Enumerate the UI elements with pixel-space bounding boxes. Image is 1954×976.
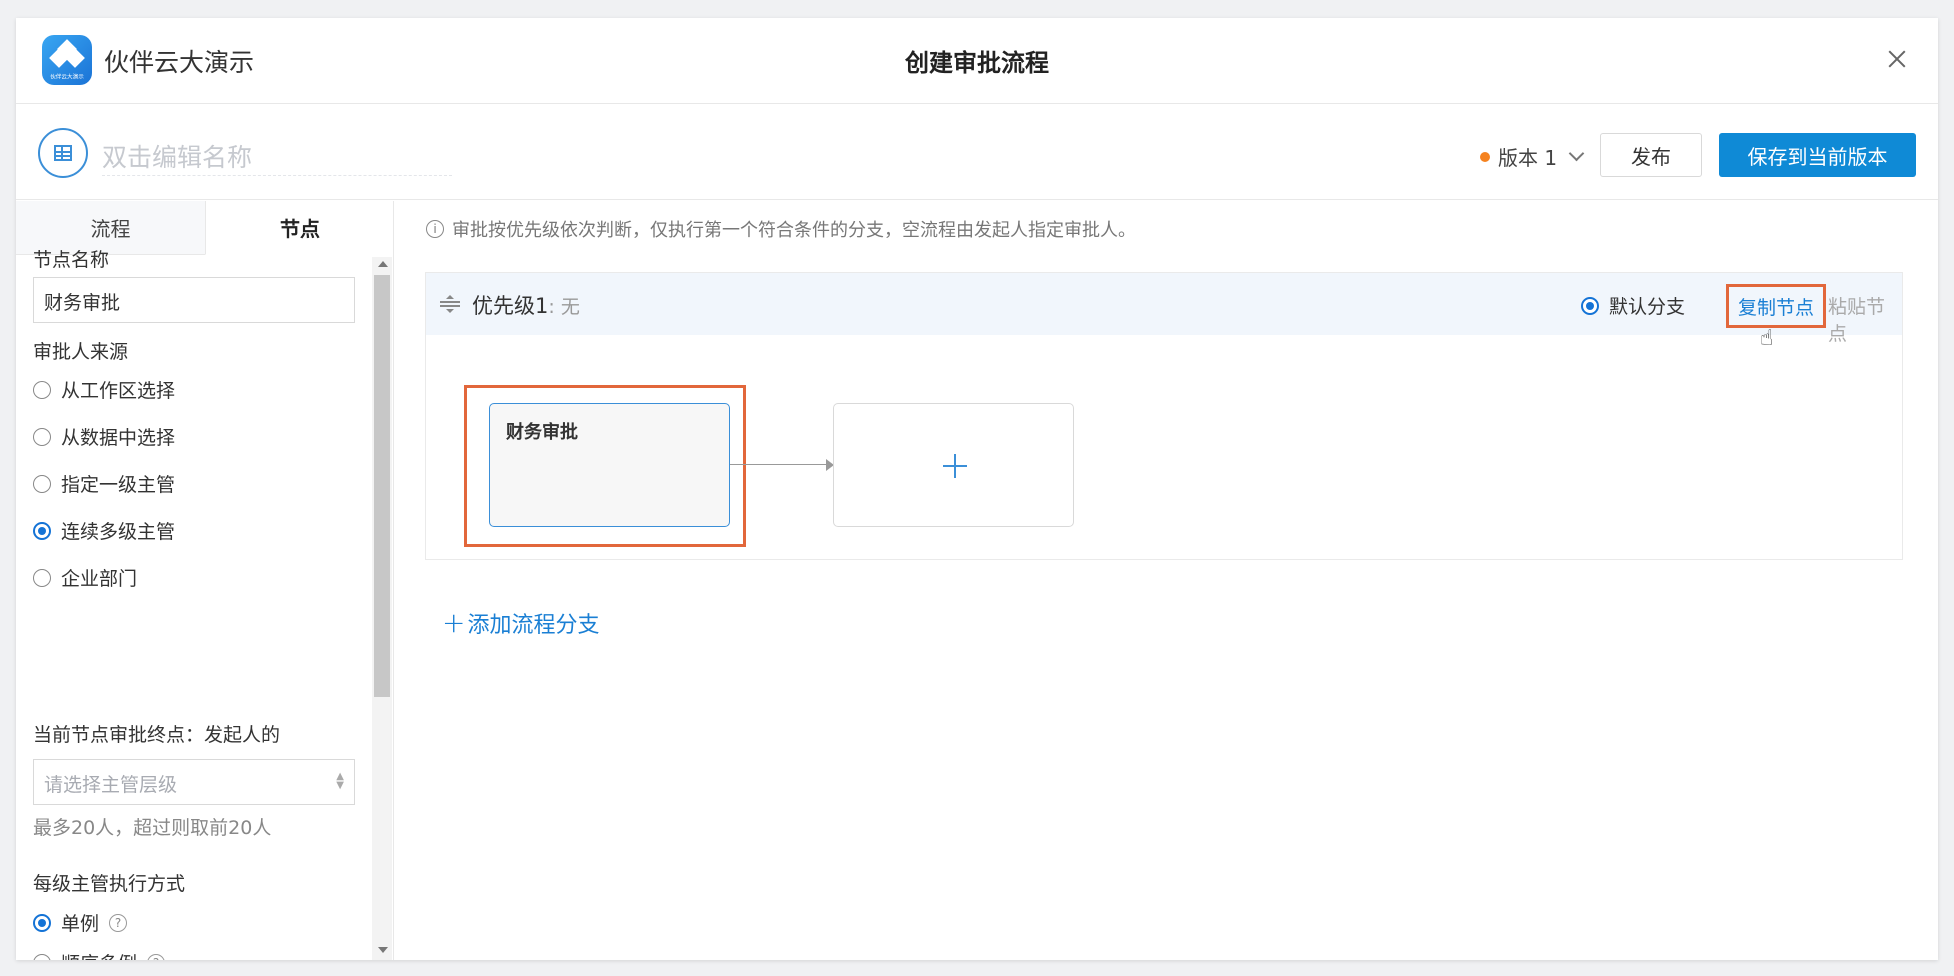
scroll-down-icon[interactable] bbox=[378, 947, 388, 953]
manager-level-placeholder: 请选择主管层级 bbox=[44, 774, 178, 796]
radio-button-icon bbox=[33, 953, 51, 960]
node-name-label: 节点名称 bbox=[33, 249, 110, 271]
scrollbar-thumb[interactable] bbox=[374, 275, 390, 697]
approver-source-label: 审批人来源 bbox=[33, 341, 129, 363]
radio-from-data[interactable]: 从数据中选择 bbox=[33, 423, 175, 450]
plus-icon-stroke bbox=[954, 454, 956, 478]
chevron-down-icon bbox=[1568, 145, 1585, 162]
tab-node[interactable]: 节点 bbox=[205, 201, 393, 255]
default-branch-label: 默认分支 bbox=[1609, 296, 1686, 318]
node-title: 财务审批 bbox=[506, 422, 578, 443]
node-settings-sidebar: 流程 节点 节点名称 财务审批 审批人来源 从工作区选择 从数据中选择 指定一级… bbox=[16, 201, 394, 960]
default-branch-radio[interactable]: 默认分支 bbox=[1581, 292, 1685, 319]
flow-name-input[interactable]: 双击编辑名称 bbox=[102, 132, 452, 176]
radio-enterprise-department[interactable]: 企业部门 bbox=[33, 564, 137, 591]
select-arrows-icon: ▲ ▼ bbox=[336, 771, 344, 791]
paste-node-button[interactable]: 粘贴节点 bbox=[1828, 292, 1902, 346]
radio-single[interactable]: 单例? bbox=[33, 909, 128, 936]
radio-button-icon bbox=[33, 474, 51, 493]
flow-toolbar: 双击编辑名称 版本 1 发布 保存到当前版本 bbox=[16, 104, 1938, 200]
branch-condition: : 无 bbox=[548, 296, 580, 318]
radio-checked-icon bbox=[33, 913, 51, 932]
radio-label: 顺序多例 bbox=[61, 949, 137, 960]
approval-endpoint-label: 当前节点审批终点：发起人的 bbox=[33, 724, 281, 746]
radio-label: 企业部门 bbox=[61, 568, 138, 590]
radio-first-level-manager[interactable]: 指定一级主管 bbox=[33, 470, 175, 497]
branch-priority: 优先级1: 无 bbox=[472, 290, 580, 320]
app-logo-icon: 伙伴云大演示 bbox=[42, 35, 92, 85]
approval-node-card[interactable]: 财务审批 bbox=[489, 403, 730, 527]
radio-sequential[interactable]: 顺序多例? bbox=[33, 949, 166, 960]
help-icon[interactable]: ? bbox=[147, 953, 166, 960]
radio-label: 从数据中选择 bbox=[61, 427, 176, 449]
hand-pointer-cursor-icon: ☝ bbox=[1760, 326, 1774, 351]
save-to-current-version-button[interactable]: 保存到当前版本 bbox=[1719, 133, 1916, 177]
branch-header: 优先级1: 无 默认分支 复制节点 粘贴节点 bbox=[426, 273, 1902, 345]
radio-button-icon bbox=[33, 427, 51, 446]
modal-header: 伙伴云大演示 伙伴云大演示 创建审批流程 bbox=[16, 18, 1938, 104]
info-icon: i bbox=[426, 220, 444, 238]
version-label: 版本 1 bbox=[1498, 146, 1558, 170]
approval-flow-modal: 伙伴云大演示 伙伴云大演示 创建审批流程 双击编辑名称 版本 1 发布 保存到当… bbox=[16, 18, 1938, 960]
radio-label: 指定一级主管 bbox=[61, 474, 176, 496]
radio-label: 连续多级主管 bbox=[61, 521, 176, 543]
add-node-button[interactable] bbox=[833, 403, 1074, 527]
copy-node-button[interactable]: 复制节点 bbox=[1726, 284, 1826, 328]
radio-checked-icon bbox=[33, 521, 51, 540]
radio-multi-level-manager[interactable]: 连续多级主管 bbox=[33, 517, 175, 544]
node-name-input[interactable]: 财务审批 bbox=[33, 277, 355, 323]
help-icon[interactable]: ? bbox=[109, 913, 128, 932]
close-icon[interactable] bbox=[1882, 44, 1912, 74]
radio-checked-icon bbox=[1581, 296, 1599, 315]
drag-handle-icon[interactable] bbox=[440, 295, 460, 313]
notice-text: 审批按优先级依次判断，仅执行第一个符合条件的分支，空流程由发起人指定审批人。 bbox=[452, 220, 1136, 241]
radio-button-icon bbox=[33, 380, 51, 399]
version-status-dot bbox=[1480, 151, 1490, 162]
add-branch-button[interactable]: + 添加流程分支 bbox=[442, 606, 599, 639]
app-name: 伙伴云大演示 bbox=[104, 48, 255, 77]
modal-title-text: 创建审批流程 bbox=[905, 49, 1049, 77]
radio-button-icon bbox=[33, 568, 51, 587]
max-approvers-hint: 最多20人，超过则取前20人 bbox=[33, 817, 272, 839]
plus-icon: + bbox=[442, 606, 466, 639]
radio-label: 单例 bbox=[61, 913, 100, 935]
radio-label: 从工作区选择 bbox=[61, 380, 176, 402]
priority-notice: i 审批按优先级依次判断，仅执行第一个符合条件的分支，空流程由发起人指定审批人。 bbox=[426, 216, 1136, 242]
node-connector-line bbox=[730, 464, 830, 465]
publish-button[interactable]: 发布 bbox=[1600, 133, 1702, 177]
modal-title: 创建审批流程 bbox=[16, 43, 1938, 78]
app-logo-text: 伙伴云大演示 bbox=[50, 73, 84, 81]
form-table-icon bbox=[38, 128, 88, 178]
scroll-up-icon[interactable] bbox=[378, 261, 388, 267]
manager-level-select[interactable]: 请选择主管层级 ▲ ▼ bbox=[33, 759, 355, 805]
radio-from-workspace[interactable]: 从工作区选择 bbox=[33, 376, 175, 403]
add-branch-label: 添加流程分支 bbox=[467, 612, 600, 638]
priority-label: 优先级1 bbox=[472, 294, 549, 318]
execution-mode-label: 每级主管执行方式 bbox=[33, 873, 186, 895]
version-dropdown[interactable]: 版本 1 bbox=[1480, 142, 1585, 171]
